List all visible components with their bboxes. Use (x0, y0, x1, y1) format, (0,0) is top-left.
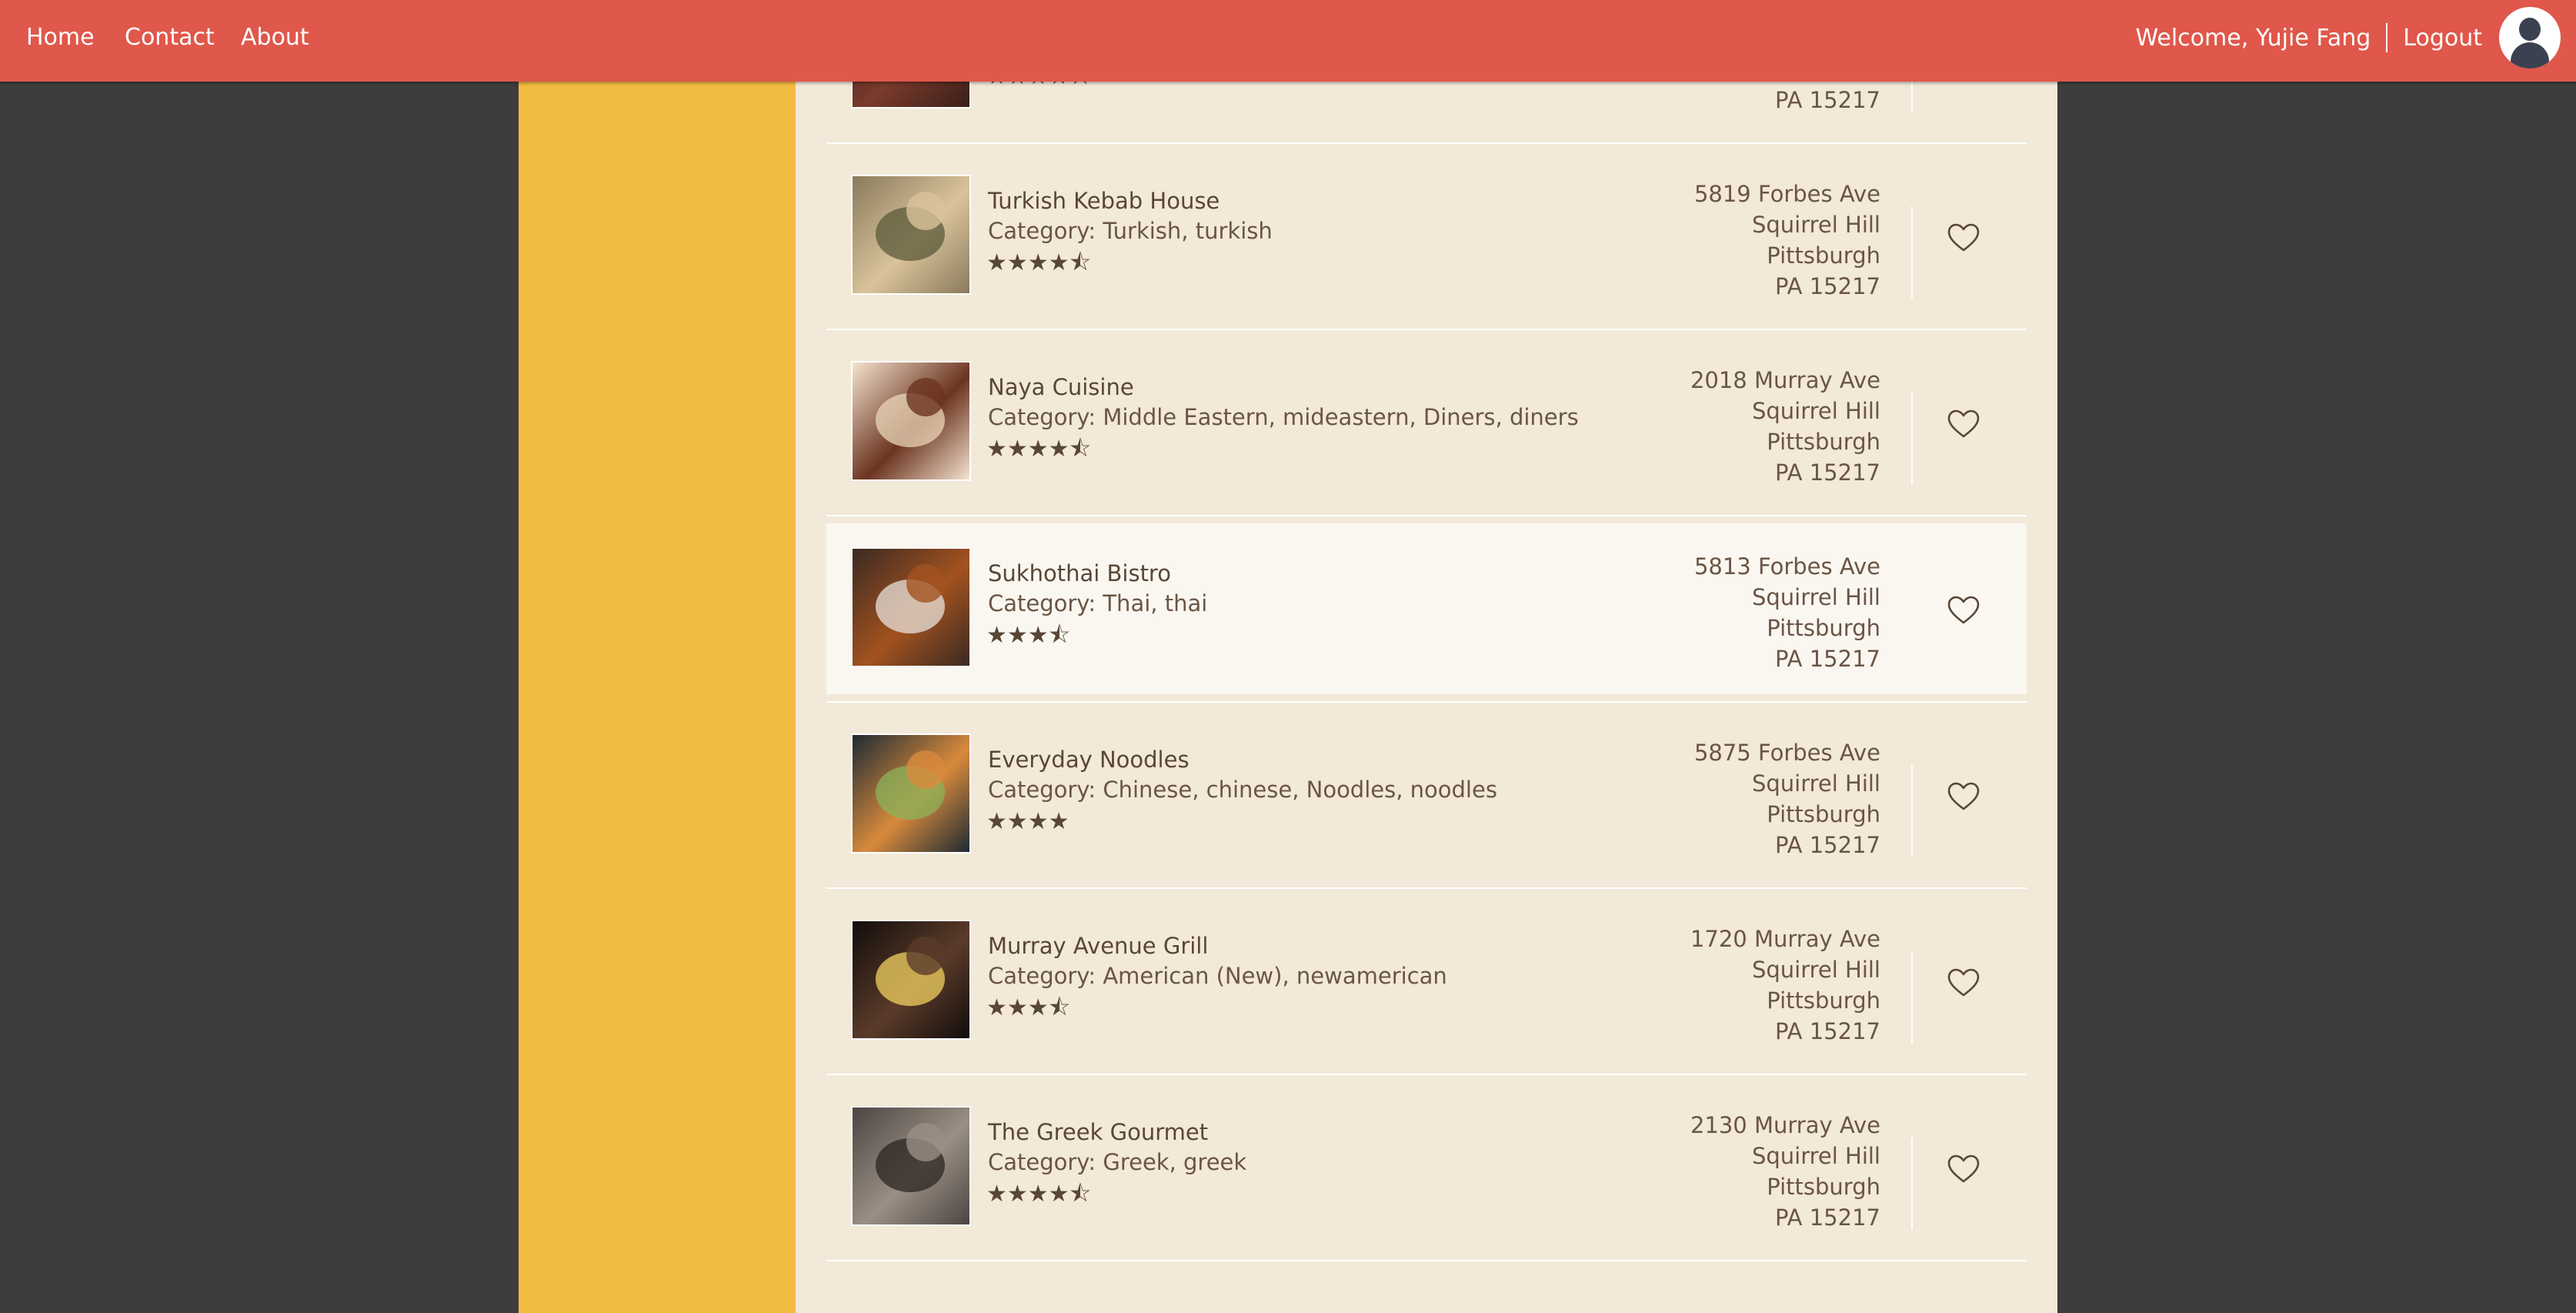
user-area: Welcome, Yujie Fang Logout (2135, 0, 2561, 75)
list-item[interactable]: Murray Avenue Grill Category: American (N… (826, 896, 2027, 1067)
address-line: Pittsburgh (1767, 801, 1880, 827)
address-line: Pittsburgh (1767, 1174, 1880, 1200)
favorite-separator (1911, 765, 1913, 857)
restaurant-address: 1720 Murray Ave Squirrel Hill Pittsburgh PA… (1690, 924, 1880, 1047)
address-line: PA 15217 (1775, 646, 1880, 672)
restaurant-name[interactable]: Murray Avenue Grill (988, 933, 1208, 959)
restaurant-category: Category: Middle Eastern, mideastern, Di… (988, 404, 1579, 430)
favorite-separator (1911, 1138, 1913, 1230)
restaurant-thumbnail[interactable] (851, 361, 971, 481)
rating-stars: ★★★★⯪ (986, 249, 1091, 276)
heart-icon[interactable] (1945, 964, 1982, 1001)
restaurant-address: 5813 Forbes Ave Squirrel Hill Pittsburgh PA… (1694, 551, 1880, 674)
restaurant-category: Category: Turkish, turkish (988, 218, 1273, 244)
address-line: Squirrel Hill (1751, 1143, 1880, 1169)
welcome-text: Welcome, Yujie Fang (2135, 24, 2371, 52)
address-line: PA 15217 (1775, 87, 1880, 113)
row-divider (826, 142, 2027, 144)
row-divider (826, 887, 2027, 889)
restaurant-thumbnail[interactable] (851, 1106, 971, 1226)
address-line: PA 15217 (1775, 1204, 1880, 1231)
restaurant-category: Category: Chinese, chinese, Noodles, noo… (988, 777, 1497, 803)
restaurant-name[interactable]: Turkish Kebab House (988, 188, 1220, 214)
restaurant-name[interactable]: Sukhothai Bistro (988, 560, 1171, 586)
rating-stars: ★★★★ (986, 808, 1069, 835)
avatar-icon[interactable] (2499, 7, 2561, 68)
heart-icon[interactable] (1945, 777, 1982, 814)
address-line: PA 15217 (1775, 1018, 1880, 1044)
favorite-separator (1911, 951, 1913, 1044)
restaurant-thumbnail[interactable] (851, 547, 971, 667)
restaurant-thumbnail[interactable] (851, 175, 971, 295)
address-line: PA 15217 (1775, 459, 1880, 486)
list-item[interactable]: Everyday Noodles Category: Chinese, chine… (826, 710, 2027, 880)
restaurant-thumbnail[interactable] (851, 733, 971, 854)
address-line: 5875 Forbes Ave (1693, 740, 1880, 766)
address-line: 2130 Murray Ave (1690, 1112, 1880, 1138)
favorite-separator (1911, 393, 1913, 485)
nav-about-link[interactable]: About (241, 0, 309, 75)
rating-stars: ★★★★⯪ (986, 436, 1091, 463)
restaurant-name[interactable]: Naya Cuisine (988, 374, 1134, 400)
rating-stars: ★★★⯪ (986, 622, 1071, 649)
address-line: 1720 Murray Ave (1690, 926, 1880, 952)
restaurant-category: Category: Greek, greek (988, 1149, 1247, 1175)
restaurant-category: Category: American (New), newamerican (988, 963, 1447, 989)
row-divider (826, 1260, 2027, 1261)
address-line: Squirrel Hill (1751, 584, 1880, 610)
address-line: Pittsburgh (1767, 987, 1880, 1014)
address-line: Squirrel Hill (1751, 957, 1880, 983)
restaurant-thumbnail[interactable] (851, 920, 971, 1040)
list-item[interactable]: Turkish Kebab House Category: Turkish, tu… (826, 151, 2027, 322)
restaurant-address: 5819 Forbes Ave Squirrel Hill Pittsburgh PA… (1694, 179, 1880, 302)
favorite-separator (1911, 206, 1913, 299)
top-navbar: Home Contact About Welcome, Yujie Fang L… (0, 0, 2576, 82)
address-line: 5819 Forbes Ave (1693, 181, 1880, 207)
address-line: Pittsburgh (1767, 242, 1880, 269)
address-line: 2018 Murray Ave (1690, 367, 1880, 393)
address-line: Pittsburgh (1767, 615, 1880, 641)
restaurant-name[interactable]: The Greek Gourmet (988, 1119, 1208, 1145)
list-item[interactable]: Naya Cuisine Category: Middle Eastern, mi… (826, 337, 2027, 508)
address-line: Squirrel Hill (1751, 212, 1880, 238)
restaurant-address: 5875 Forbes Ave Squirrel Hill Pittsburgh PA… (1694, 737, 1880, 860)
address-line: 5813 Forbes Ave (1693, 553, 1880, 580)
address-line: Pittsburgh (1767, 429, 1880, 455)
nav-home-link[interactable]: Home (26, 0, 95, 75)
list-item[interactable]: Sukhothai Bistro Category: Thai, thai ★★★⯪… (826, 523, 2027, 694)
address-line: Squirrel Hill (1751, 770, 1880, 797)
left-sidebar (519, 0, 796, 1313)
list-item[interactable]: The Greek Gourmet Category: Greek, greek ★… (826, 1082, 2027, 1253)
row-divider (826, 329, 2027, 330)
address-line: PA 15217 (1775, 273, 1880, 299)
address-line: PA 15217 (1775, 832, 1880, 858)
heart-icon[interactable] (1945, 1150, 1982, 1187)
logout-link[interactable]: Logout (2403, 25, 2482, 52)
restaurant-address: 2018 Murray Ave Squirrel Hill Pittsburgh PA… (1690, 365, 1880, 488)
address-line: Squirrel Hill (1751, 398, 1880, 424)
heart-icon[interactable] (1945, 219, 1982, 256)
heart-icon[interactable] (1945, 405, 1982, 442)
rating-stars: ★★★⯪ (986, 994, 1071, 1021)
nav-contact-link[interactable]: Contact (125, 0, 215, 75)
rating-stars: ★★★★⯪ (986, 1181, 1091, 1208)
row-divider (826, 701, 2027, 703)
nav-divider (2386, 23, 2388, 52)
restaurant-category: Category: Thai, thai (988, 590, 1208, 616)
row-divider (826, 1074, 2027, 1075)
restaurant-address: 2130 Murray Ave Squirrel Hill Pittsburgh PA… (1690, 1110, 1880, 1233)
restaurant-name[interactable]: Everyday Noodles (988, 747, 1190, 773)
heart-icon[interactable] (1945, 591, 1982, 628)
row-divider (826, 515, 2027, 516)
